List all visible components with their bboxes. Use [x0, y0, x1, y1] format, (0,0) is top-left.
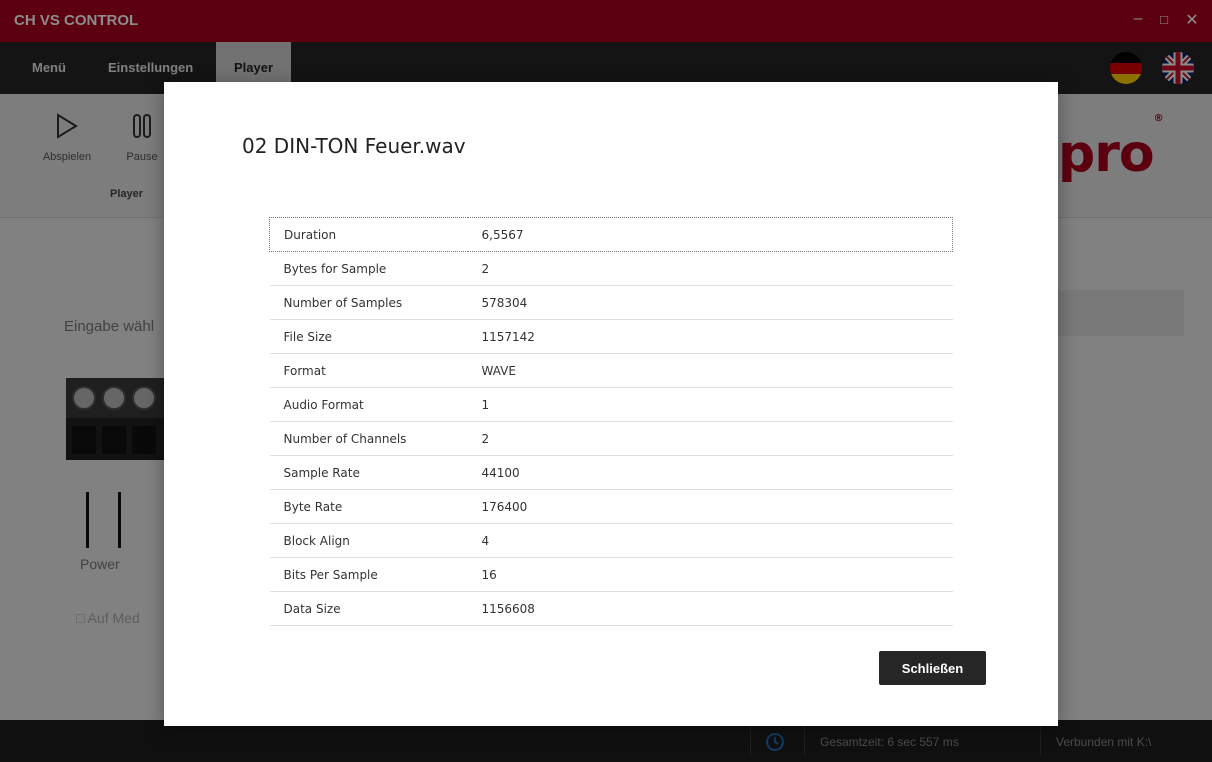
property-name: Format	[269, 353, 468, 388]
property-name: Data Size	[269, 591, 468, 626]
property-value: 1157142	[467, 319, 953, 354]
table-row[interactable]: Audio Format 1	[269, 387, 953, 422]
table-row[interactable]: Byte Rate 176400	[269, 489, 953, 524]
table-row[interactable]: Format WAVE	[269, 353, 953, 388]
property-name: Sample Rate	[269, 455, 468, 490]
dialog-title: 02 DIN-TON Feuer.wav	[242, 134, 466, 158]
property-name: Number of Samples	[269, 285, 468, 320]
property-name: Audio Format	[269, 387, 468, 422]
property-value: 1156608	[467, 591, 953, 626]
property-name: Number of Channels	[269, 421, 468, 456]
file-info-dialog: 02 DIN-TON Feuer.wav Duration 6,5567 Bytes…	[164, 82, 1058, 726]
table-row[interactable]: Data Size 1156608	[269, 591, 953, 626]
table-row[interactable]: Bytes for Sample 2	[269, 251, 953, 286]
property-value: 44100	[467, 455, 953, 490]
table-row[interactable]: File Size 1157142	[269, 319, 953, 354]
table-row[interactable]: Number of Samples 578304	[269, 285, 953, 320]
table-row[interactable]: Number of Channels 2	[269, 421, 953, 456]
property-value: 176400	[467, 489, 953, 524]
file-info-table: Duration 6,5567 Bytes for Sample 2 Number of…	[269, 217, 953, 626]
property-value: 1	[467, 387, 953, 422]
property-name: Byte Rate	[269, 489, 468, 524]
property-name: Bytes for Sample	[269, 251, 468, 286]
table-row[interactable]: Duration 6,5567	[269, 217, 953, 252]
table-row[interactable]: Block Align 4	[269, 523, 953, 558]
property-value: WAVE	[467, 353, 953, 388]
property-value: 2	[467, 251, 953, 286]
table-row[interactable]: Sample Rate 44100	[269, 455, 953, 490]
property-name: Block Align	[269, 523, 468, 558]
property-value: 16	[467, 557, 953, 592]
property-value: 4	[467, 523, 953, 558]
property-value: 578304	[467, 285, 953, 320]
property-value: 6,5567	[467, 217, 953, 252]
table-row[interactable]: Bits Per Sample 16	[269, 557, 953, 592]
property-name: Duration	[269, 217, 468, 252]
property-name: File Size	[269, 319, 468, 354]
property-value: 2	[467, 421, 953, 456]
property-name: Bits Per Sample	[269, 557, 468, 592]
close-button[interactable]: Schließen	[879, 651, 986, 685]
